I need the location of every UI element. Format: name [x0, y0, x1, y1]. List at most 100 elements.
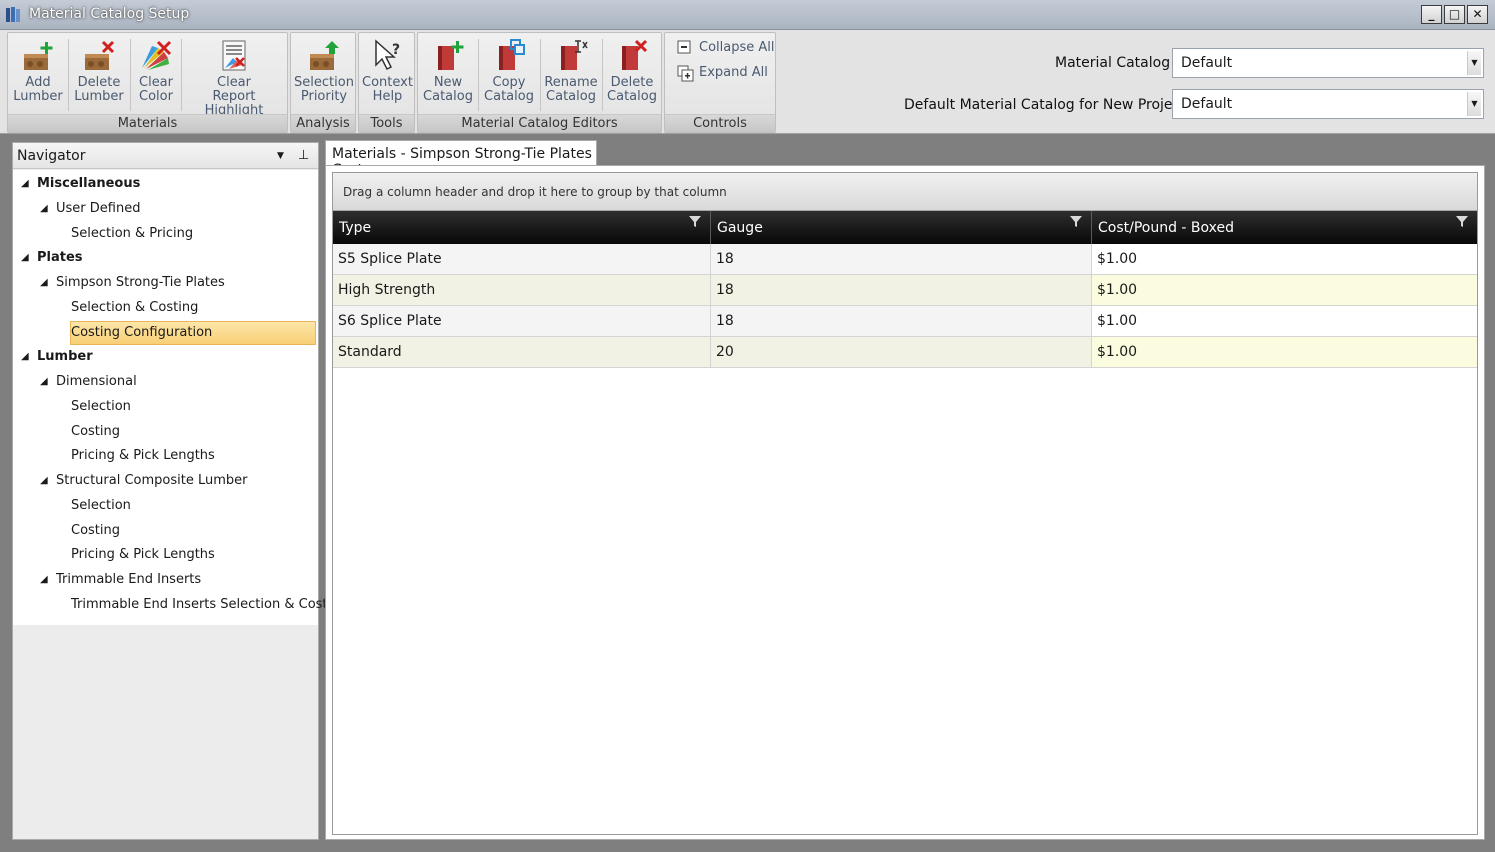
ribbon-group-label-editors: Material Catalog Editors [418, 114, 661, 132]
filter-icon[interactable] [1069, 214, 1083, 228]
delete-catalog-button[interactable]: Delete Catalog [604, 35, 660, 111]
maximize-button[interactable]: □ [1444, 5, 1465, 24]
table-row[interactable]: S5 Splice Plate 18 $1.00 [333, 244, 1477, 275]
expand-arrow-icon[interactable]: ◢ [21, 246, 29, 270]
expand-arrow-icon[interactable]: ◢ [40, 469, 48, 493]
separator [540, 39, 541, 111]
expand-all-button[interactable]: Expand All [677, 63, 768, 83]
tree-item[interactable]: Selection & Costing [13, 296, 318, 320]
new-catalog-button[interactable]: New Catalog [420, 35, 476, 111]
chevron-down-icon[interactable]: ▼ [1467, 92, 1481, 116]
tree-item[interactable]: Selection & Pricing [13, 222, 318, 246]
tab-simpson-plates-cost[interactable]: Materials - Simpson Strong-Tie Plates Co… [325, 140, 597, 178]
table-cell[interactable]: 18 [711, 306, 1092, 336]
ribbon-group-editors: New Catalog Copy Catalog Rename Catalog [417, 32, 662, 133]
delete-lumber-button[interactable]: Delete Lumber [70, 35, 128, 111]
default-catalog-select[interactable]: Default ▼ [1172, 89, 1484, 119]
table-cell[interactable]: S5 Splice Plate [333, 244, 711, 274]
cell-value: S6 Splice Plate [338, 313, 442, 329]
column-header-type[interactable]: Type [333, 211, 711, 244]
table-cell[interactable]: 20 [711, 337, 1092, 367]
tree-item[interactable]: ◢ Simpson Strong-Tie Plates [13, 271, 318, 295]
table-cell[interactable]: $1.00 [1092, 306, 1477, 336]
table-cell[interactable]: $1.00 [1092, 337, 1477, 367]
tree-item[interactable]: ◢ Miscellaneous [13, 172, 318, 196]
add-lumber-label-1: Add [25, 75, 51, 90]
ribbon-group-label-analysis: Analysis [291, 114, 355, 132]
column-header-cost[interactable]: Cost/Pound - Boxed [1092, 211, 1477, 244]
ribbon-group-analysis: Selection Priority Analysis [290, 32, 356, 133]
expand-arrow-icon[interactable]: ◢ [21, 345, 29, 369]
tree-item-label: User Defined [56, 200, 141, 216]
copy-catalog-button[interactable]: Copy Catalog [480, 35, 538, 111]
chevron-down-icon[interactable]: ▼ [1467, 51, 1481, 75]
tree-item[interactable]: ◢ Lumber [13, 345, 318, 369]
close-button[interactable]: ✕ [1467, 5, 1488, 24]
collapse-all-button[interactable]: Collapse All [677, 38, 775, 58]
tree-item-label: Selection [71, 497, 131, 513]
add-lumber-button[interactable]: Add Lumber [10, 35, 66, 111]
expand-arrow-icon[interactable]: ◢ [40, 568, 48, 592]
pin-icon[interactable]: ⊥ [298, 148, 309, 163]
group-panel[interactable]: Drag a column header and drop it here to… [333, 173, 1477, 211]
context-help-cursor-icon: ? [374, 39, 400, 71]
tree-item[interactable]: Pricing & Pick Lengths [13, 444, 318, 468]
tree-item[interactable]: ◢ User Defined [13, 197, 318, 221]
tree-item[interactable]: Selection [13, 395, 318, 419]
group-panel-text: Drag a column header and drop it here to… [343, 185, 727, 199]
tree-item[interactable]: Trimmable End Inserts Selection & Costin… [13, 593, 348, 617]
context-help-button[interactable]: ? Context Help [361, 35, 414, 111]
navigator-header: Navigator ▼ ⊥ [13, 143, 318, 169]
expand-arrow-icon[interactable]: ◢ [40, 197, 48, 221]
expand-arrow-icon[interactable]: ◢ [21, 172, 29, 196]
tree-item-label: Lumber [37, 349, 93, 365]
tree-item-label: Trimmable End Inserts [56, 572, 202, 587]
ribbon-group-tools: ? Context Help Tools [358, 32, 415, 133]
tree-item[interactable]: Selection [13, 494, 318, 518]
tree-item[interactable]: Costing [13, 519, 318, 543]
context-help-label-1: Context [362, 75, 413, 90]
table-row[interactable]: S6 Splice Plate 18 $1.00 [333, 306, 1477, 337]
window-title: Material Catalog Setup [29, 6, 190, 22]
default-catalog-value: Default [1181, 96, 1233, 112]
table-row[interactable]: Standard 20 $1.00 [333, 337, 1477, 368]
tree-item[interactable]: Costing Configuration [70, 320, 316, 345]
table-cell[interactable]: High Strength [333, 275, 711, 305]
tree-item[interactable]: ◢ Dimensional [13, 370, 318, 394]
column-header-gauge[interactable]: Gauge [711, 211, 1092, 244]
tree-item[interactable]: ◢ Trimmable End Inserts [13, 568, 318, 592]
filter-icon[interactable] [688, 214, 702, 228]
expand-arrow-icon[interactable]: ◢ [40, 271, 48, 295]
tree-item[interactable]: Pricing & Pick Lengths [13, 543, 318, 567]
clear-report-highlight-button[interactable]: Clear Report Highlight [183, 35, 285, 118]
table-cell[interactable]: 18 [711, 244, 1092, 274]
navigator-tree: ◢ Miscellaneous ◢ User Defined Selection & P… [13, 170, 348, 625]
dropdown-icon[interactable]: ▼ [277, 151, 284, 161]
cell-value: Standard [338, 344, 402, 360]
tree-item[interactable]: ◢ Structural Composite Lumber [13, 469, 318, 493]
tree-item-label: Selection [71, 398, 131, 414]
minimize-button[interactable]: _ [1421, 5, 1442, 24]
rename-catalog-label-1: Rename [544, 75, 598, 90]
svg-text:?: ? [392, 42, 400, 58]
table-row[interactable]: High Strength 18 $1.00 [333, 275, 1477, 306]
table-cell[interactable]: Standard [333, 337, 711, 367]
table-cell[interactable]: 18 [711, 275, 1092, 305]
clear-color-label-2: Color [139, 89, 173, 104]
tree-item[interactable]: Costing [13, 420, 318, 444]
expand-arrow-icon[interactable]: ◢ [40, 370, 48, 394]
rename-catalog-button[interactable]: Rename Catalog [542, 35, 600, 111]
ribbon-group-materials: Add Lumber Delete Lumber Clear Color Cle… [7, 32, 288, 133]
ribbon: Add Lumber Delete Lumber Clear Color Cle… [0, 30, 1495, 134]
material-catalog-select[interactable]: Default ▼ [1172, 48, 1484, 78]
filter-icon[interactable] [1455, 214, 1469, 228]
table-cell[interactable]: $1.00 [1092, 244, 1477, 274]
selection-priority-button[interactable]: Selection Priority [293, 35, 355, 111]
delete-catalog-label-2: Catalog [607, 89, 657, 104]
clear-color-button[interactable]: Clear Color [132, 35, 180, 111]
copy-catalog-icon [499, 39, 525, 70]
table-cell[interactable]: S6 Splice Plate [333, 306, 711, 336]
cell-value: $1.00 [1097, 282, 1138, 298]
table-cell[interactable]: $1.00 [1092, 275, 1477, 305]
tree-item[interactable]: ◢ Plates [13, 246, 318, 270]
